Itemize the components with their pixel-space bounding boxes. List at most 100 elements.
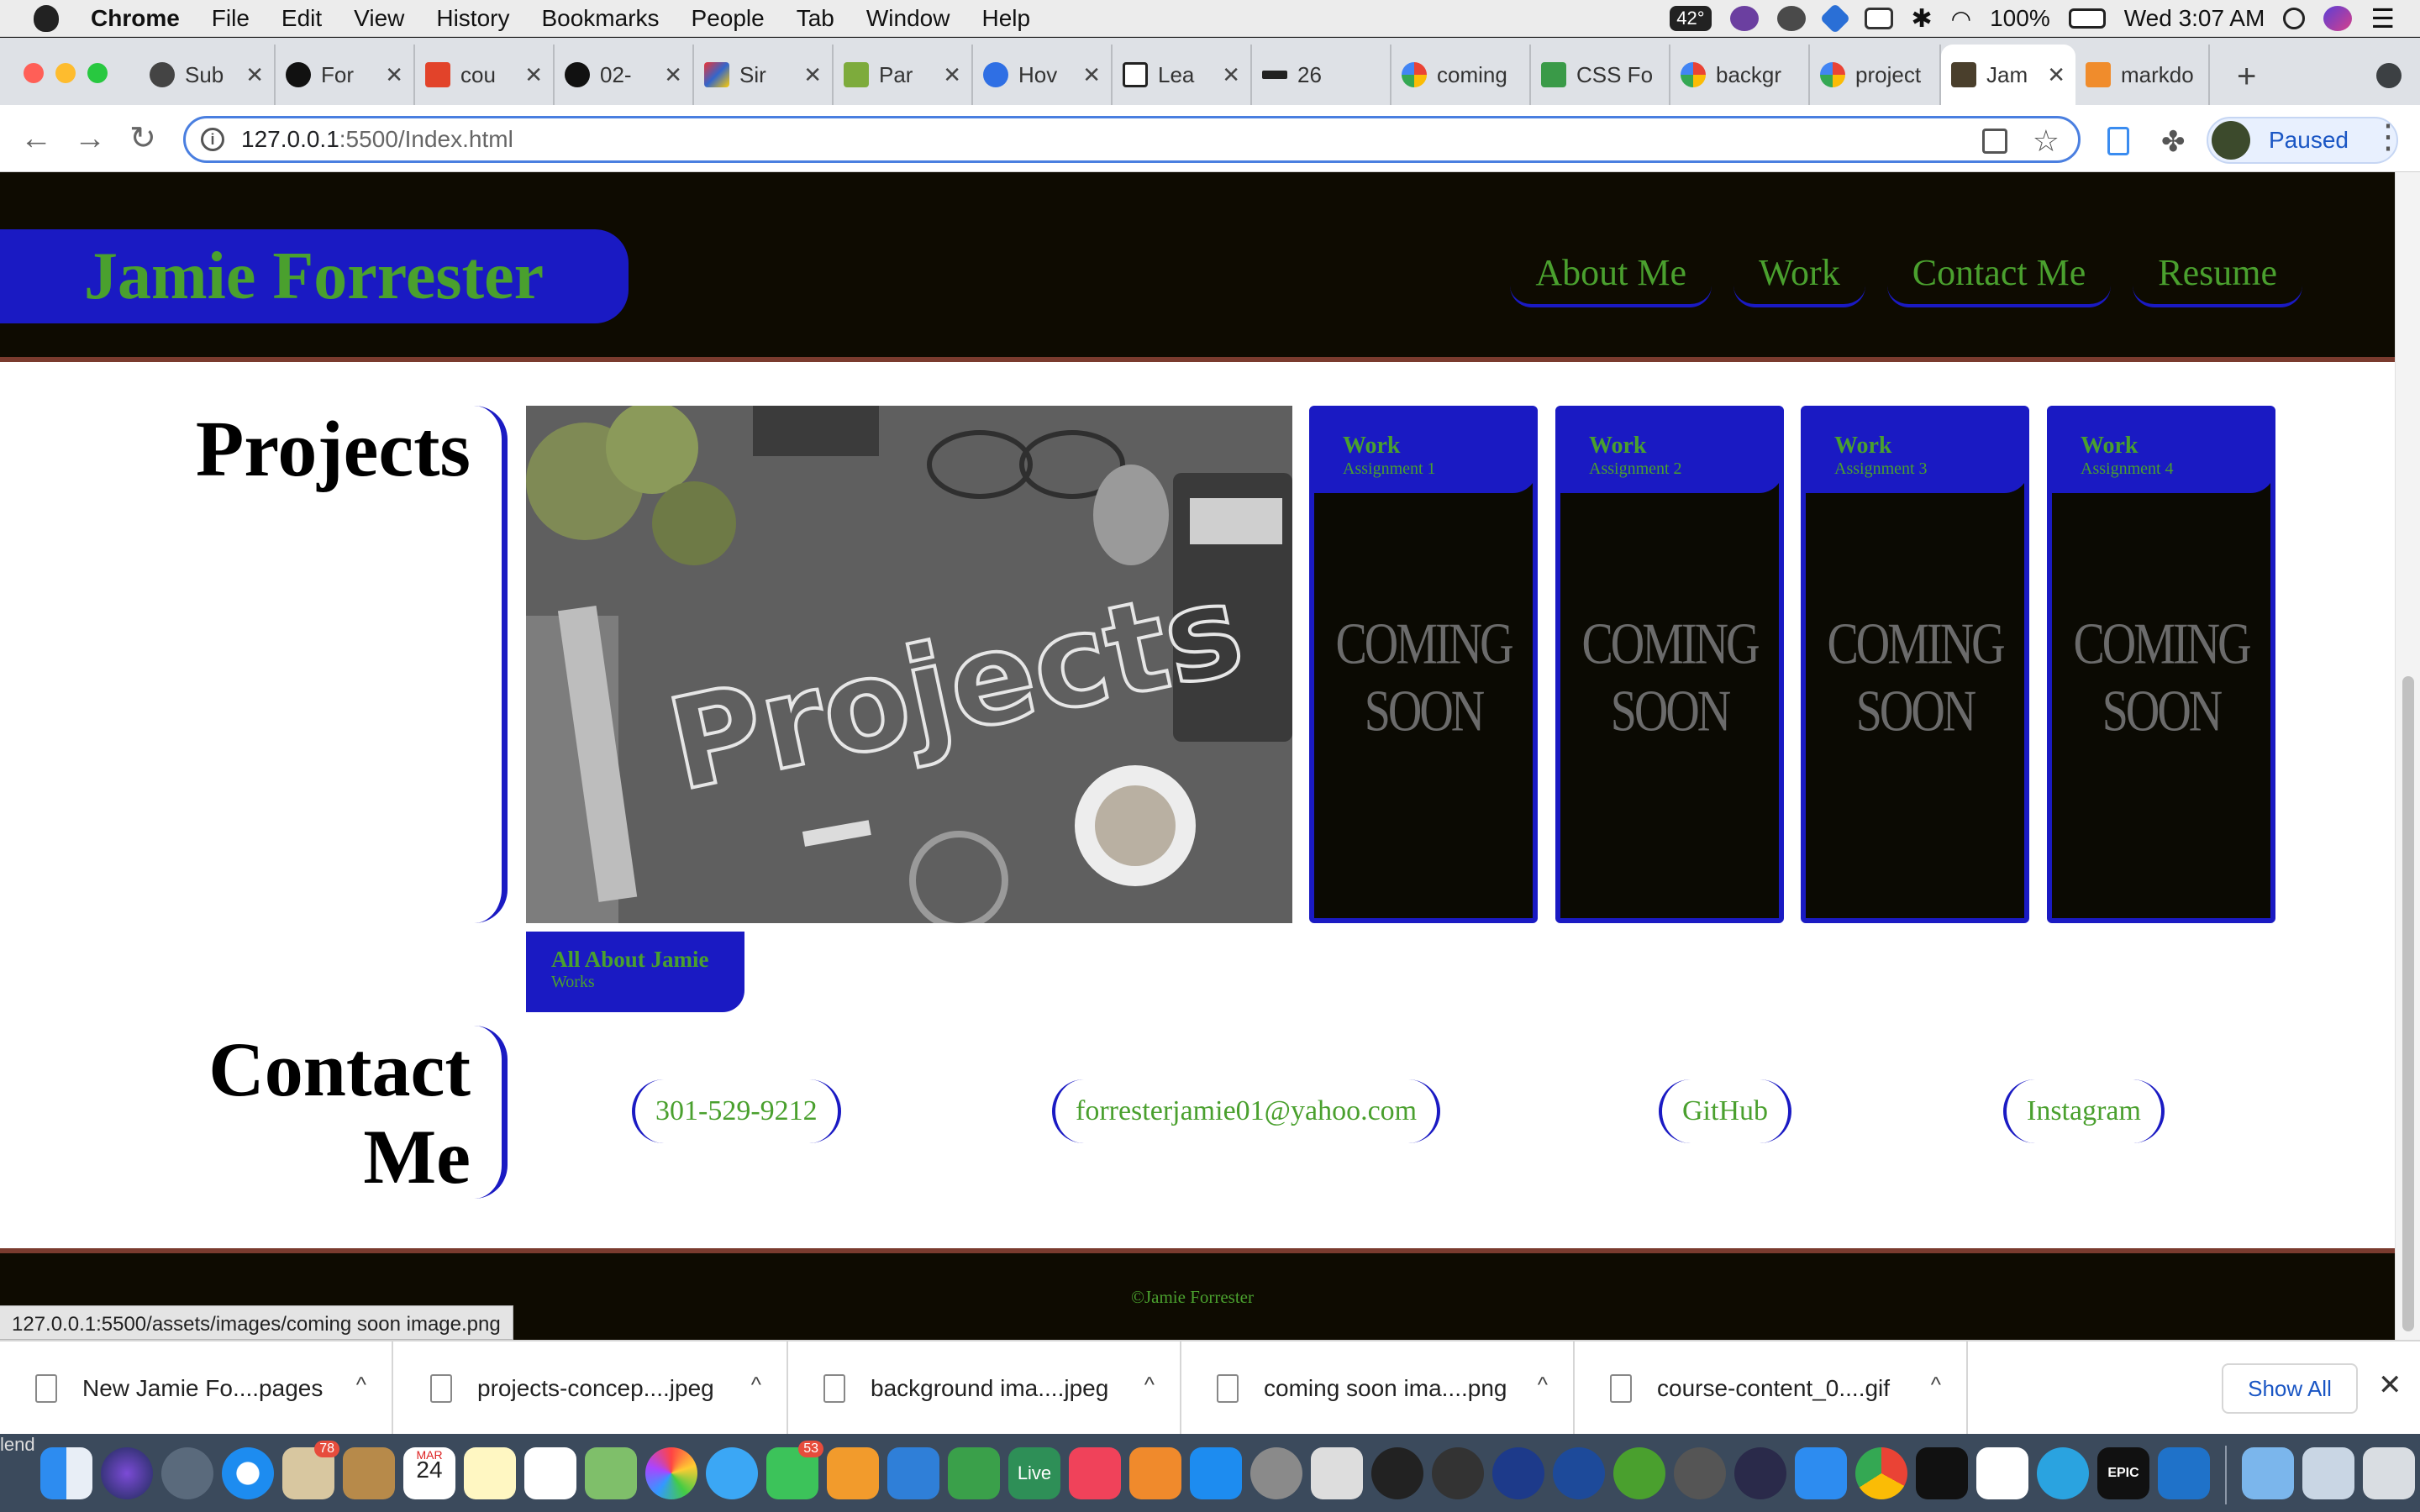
extension-icon[interactable] [2107,127,2129,155]
tab[interactable]: For ✕ [276,45,415,105]
address-bar[interactable]: i 127.0.0.1:5500/Index.html ☆ [183,116,2081,163]
menu-tab[interactable]: Tab [797,5,834,32]
download-item[interactable]: background ima....jpeg ^ [788,1341,1181,1436]
tab[interactable]: Sir ✕ [694,45,834,105]
tab[interactable]: markdo [2075,45,2210,105]
menu-clock[interactable]: Wed 3:07 AM [2124,5,2265,32]
creative-cloud-icon[interactable] [1776,6,1806,31]
contact-github-link[interactable]: GitHub [1659,1079,1791,1143]
menu-view[interactable]: View [354,5,404,32]
numbers-icon[interactable] [948,1447,1000,1499]
spotlight-search-icon[interactable] [2283,8,2306,29]
scrollbar-thumb[interactable] [2402,676,2414,1331]
tab[interactable]: coming [1392,45,1531,105]
download-item[interactable]: coming soon ima....png ^ [1181,1341,1575,1436]
menu-help[interactable]: Help [981,5,1030,32]
menu-people[interactable]: People [692,5,765,32]
tab[interactable]: Lea ✕ [1113,45,1252,105]
reload-icon[interactable]: ↻ [129,122,156,155]
tab[interactable]: backgr [1670,45,1810,105]
utility-app-icon[interactable] [1311,1447,1363,1499]
menu-edit[interactable]: Edit [281,5,322,32]
wsg-icon[interactable] [1553,1447,1605,1499]
protools-icon[interactable] [1734,1447,1786,1499]
tab-close-icon[interactable]: ✕ [524,62,543,88]
bluetooth-icon[interactable]: ✱ [1912,4,1933,34]
tab[interactable]: project [1810,45,1941,105]
notification-center-icon[interactable]: ☰ [2370,3,2395,34]
window-minimize-button[interactable] [55,63,76,83]
work-card-3[interactable]: Work Assignment 3 COMING SOON [1801,406,2029,923]
vscode-icon[interactable] [2158,1447,2210,1499]
site-info-icon[interactable]: i [201,128,224,151]
audio-plugin-icon[interactable] [1371,1447,1423,1499]
tab[interactable]: Sub ✕ [139,45,276,105]
menu-app-name[interactable]: Chrome [91,5,180,32]
window-zoom-button[interactable] [87,63,108,83]
tab-close-icon[interactable]: ✕ [245,62,264,88]
projects-hero-image[interactable]: Projects [526,406,1292,923]
slack-icon[interactable] [1976,1447,2028,1499]
audio-plugin-2-icon[interactable] [1432,1447,1484,1499]
epic-games-icon[interactable]: EPIC [2097,1447,2149,1499]
work-card-1[interactable]: Work Assignment 1 COMING SOON [1309,406,1538,923]
contact-email-link[interactable]: forresterjamie01@yahoo.com [1052,1079,1441,1143]
system-preferences-icon[interactable] [1250,1447,1302,1499]
photos-icon[interactable] [645,1447,697,1499]
vpn-icon[interactable] [1819,3,1850,34]
facetime-icon[interactable]: 53 [766,1441,823,1499]
chevron-up-icon[interactable]: ^ [751,1372,761,1398]
wsg-studio-icon[interactable] [1613,1447,1665,1499]
calendar-icon[interactable]: MAR 24 [403,1447,455,1499]
keynote-icon[interactable] [887,1447,939,1499]
download-item[interactable]: course-content_0....gif ^ [1575,1341,1968,1436]
downloads-stack-icon[interactable] [2302,1447,2354,1499]
nav-about-me[interactable]: About Me [1510,248,1712,307]
work-card-4[interactable]: Work Assignment 4 COMING SOON [2047,406,2275,923]
contact-phone-link[interactable]: 301-529-9212 [632,1079,841,1143]
siri-icon[interactable] [2323,6,2353,31]
siri-app-icon[interactable] [101,1447,153,1499]
tab[interactable]: 02- ✕ [555,45,694,105]
music-icon[interactable] [1069,1447,1121,1499]
pages-icon[interactable] [827,1447,879,1499]
zoom-icon[interactable] [1795,1447,1847,1499]
show-all-downloads-button[interactable]: Show All [2222,1363,2358,1414]
airplay-icon[interactable] [1864,8,1893,29]
tab-search-icon[interactable] [2376,63,2402,88]
page-scrollbar[interactable] [2395,172,2420,1340]
safari-icon[interactable] [222,1447,274,1499]
nav-work[interactable]: Work [1733,248,1865,307]
contact-instagram-link[interactable]: Instagram [2003,1079,2165,1143]
tab[interactable]: CSS Fo [1531,45,1670,105]
tab-close-icon[interactable]: ✕ [803,62,822,88]
tab[interactable]: 26 [1252,45,1392,105]
folder-icon[interactable] [2242,1447,2294,1499]
tab-close-icon[interactable]: ✕ [943,62,961,88]
tab-close-icon[interactable]: ✕ [1082,62,1101,88]
window-close-button[interactable] [24,63,44,83]
finder-icon[interactable] [40,1447,92,1499]
about-jamie-card[interactable]: All About Jamie Works [526,932,744,1012]
new-tab-button[interactable]: + [2237,58,2256,96]
tab[interactable]: Hov ✕ [973,45,1113,105]
qr-code-icon[interactable] [1982,129,2007,154]
maps-icon[interactable] [585,1447,637,1499]
back-arrow-icon[interactable]: ← [20,122,52,155]
chevron-up-icon[interactable]: ^ [1931,1372,1941,1398]
nav-contact-me[interactable]: Contact Me [1886,248,2112,307]
forward-arrow-icon[interactable]: → [74,122,106,155]
messages-icon[interactable] [706,1447,758,1499]
weather-status[interactable]: 42° [1670,6,1712,31]
contacts-icon[interactable] [343,1447,395,1499]
tab-close-icon[interactable]: ✕ [385,62,403,88]
menu-history[interactable]: History [436,5,509,32]
chrome-icon[interactable] [1855,1447,1907,1499]
close-icon[interactable]: ✕ [2378,1368,2402,1402]
tab-close-icon[interactable]: ✕ [664,62,682,88]
menu-file[interactable]: File [212,5,250,32]
bookmark-star-icon[interactable]: ☆ [2033,123,2060,159]
notes-icon[interactable] [464,1447,516,1499]
chevron-up-icon[interactable]: ^ [1538,1372,1548,1398]
kebab-menu-icon[interactable]: ⋮ [2371,120,2405,154]
